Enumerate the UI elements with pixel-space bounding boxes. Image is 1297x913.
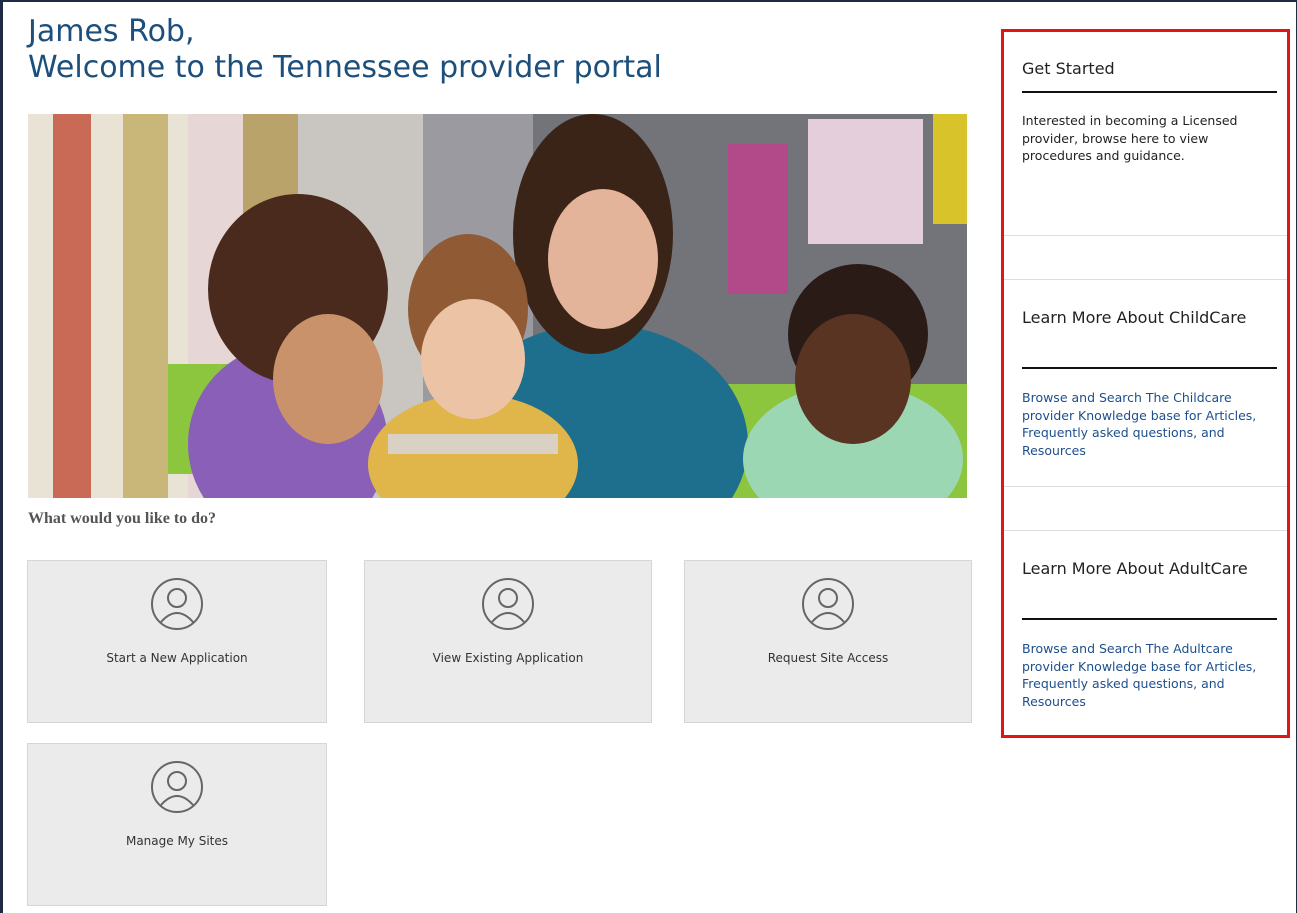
hero-image (28, 114, 967, 498)
request-site-access-button[interactable]: Request Site Access (684, 560, 972, 723)
user-icon (482, 578, 534, 630)
action-prompt: What would you like to do? (28, 510, 217, 527)
section-divider (1022, 91, 1277, 93)
welcome-heading: James Rob, Welcome to the Tennessee prov… (28, 14, 662, 86)
get-started-description: Interested in becoming a Licensed provid… (1022, 113, 1238, 163)
sidebar-panel: Get Started Interested in becoming a Lic… (1001, 29, 1290, 738)
greeting-name: James Rob, (28, 14, 195, 49)
separator (1004, 530, 1287, 531)
tile-label: View Existing Application (432, 651, 584, 665)
user-icon (151, 578, 203, 630)
separator (1004, 486, 1287, 487)
childcare-heading: Learn More About ChildCare (1022, 308, 1247, 327)
hero-illustration (28, 114, 967, 498)
view-existing-application-button[interactable]: View Existing Application (364, 560, 652, 723)
manage-my-sites-button[interactable]: Manage My Sites (27, 743, 327, 906)
adultcare-heading: Learn More About AdultCare (1022, 559, 1248, 578)
user-icon (151, 761, 203, 813)
adultcare-knowledge-link[interactable]: Browse and Search The Adultcare provider… (1022, 640, 1272, 710)
childcare-knowledge-link[interactable]: Browse and Search The Childcare provider… (1022, 389, 1272, 459)
separator (1004, 279, 1287, 280)
get-started-heading: Get Started (1022, 59, 1115, 78)
section-divider (1022, 618, 1277, 620)
greeting-welcome: Welcome to the Tennessee provider portal (28, 50, 662, 85)
tile-label: Manage My Sites (125, 834, 229, 848)
user-icon (802, 578, 854, 630)
separator (1004, 235, 1287, 236)
start-new-application-button[interactable]: Start a New Application (27, 560, 327, 723)
section-divider (1022, 367, 1277, 369)
tile-label: Request Site Access (767, 651, 889, 665)
tile-label: Start a New Application (106, 651, 248, 665)
